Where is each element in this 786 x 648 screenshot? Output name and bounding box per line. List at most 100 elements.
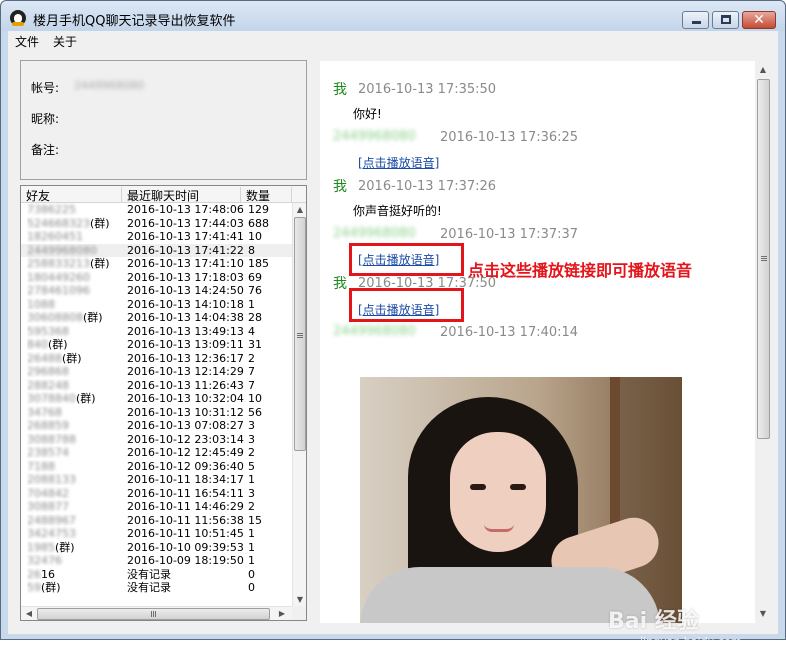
table-row[interactable]: 288248 2016-10-13 11:26:43 7	[21, 379, 292, 393]
table-row[interactable]: 34768 2016-10-13 10:31:12 56	[21, 406, 292, 420]
time-cell: 2016-10-13 13:49:13	[127, 324, 244, 338]
message-time: 2016-10-13 17:35:50	[358, 82, 497, 97]
message-body: 你好!	[353, 107, 382, 121]
count-cell: 2	[248, 500, 255, 513]
table-row[interactable]: 704842 2016-10-11 16:54:11 3	[21, 487, 292, 501]
count-cell: 0	[248, 581, 255, 594]
table-row[interactable]: 1088 2016-10-13 14:10:18 1	[21, 298, 292, 312]
play-voice-link[interactable]: [点击播放语音]	[358, 154, 439, 171]
friend-cell: 524668323(群)	[27, 217, 122, 230]
message-time: 2016-10-13 17:37:26	[358, 179, 497, 194]
friend-id: 258833213	[27, 257, 90, 270]
table-row[interactable]: 2449968080 2016-10-13 17:41:22 8	[21, 243, 292, 257]
table-row[interactable]: 32476 2016-10-09 18:19:50 1	[21, 554, 292, 568]
friend-cell: 3088788	[27, 433, 122, 446]
table-row[interactable]: 180449260 2016-10-13 17:18:03 69	[21, 271, 292, 285]
group-tag: (群)	[90, 257, 110, 270]
table-row[interactable]: 2088133 2016-10-11 18:34:17 1	[21, 473, 292, 487]
chat-scroll-thumb[interactable]	[757, 79, 770, 439]
friend-id: 1088	[27, 297, 55, 311]
table-row[interactable]: 524668323(群) 2016-10-13 17:44:03 688	[21, 217, 292, 231]
scroll-left-icon[interactable]: ◀	[22, 607, 36, 620]
friends-scroll-thumb[interactable]	[294, 217, 306, 451]
friend-cell: 2488967	[27, 514, 122, 527]
message-sender: 我	[333, 276, 347, 292]
time-cell: 2016-10-13 17:18:03	[127, 270, 244, 284]
friend-id: 59	[27, 581, 41, 594]
menu-about[interactable]: 关于	[53, 33, 77, 50]
group-tag: (群)	[90, 216, 110, 230]
message-sender: 我	[333, 179, 347, 195]
table-row[interactable]: 268859 2016-10-13 07:08:27 3	[21, 419, 292, 433]
table-row[interactable]: 278461096 2016-10-13 14:24:50 76	[21, 284, 292, 298]
friend-cell: 288248	[27, 379, 122, 392]
table-row[interactable]: 30608808(群) 2016-10-13 14:04:38 28	[21, 311, 292, 325]
table-row[interactable]: 1985(群) 2016-10-10 09:39:53 1	[21, 541, 292, 555]
table-row[interactable]: 840(群) 2016-10-13 13:09:11 31	[21, 338, 292, 352]
play-voice-link[interactable]: [点击播放语音]	[358, 301, 439, 318]
table-row[interactable]: 3424753 2016-10-11 10:51:45 1	[21, 527, 292, 541]
column-header-count[interactable]: 数量	[241, 187, 292, 203]
menu-file[interactable]: 文件	[15, 33, 39, 50]
time-cell: 2016-10-13 17:41:22	[127, 243, 244, 257]
friend-id: 268859	[27, 419, 69, 432]
minimize-button[interactable]	[682, 11, 709, 29]
close-icon: ✕	[753, 12, 765, 28]
table-row[interactable]: 7386225 2016-10-13 17:48:06 129	[21, 203, 292, 217]
scroll-up-icon[interactable]: ▲	[293, 203, 306, 216]
friends-hscroll-thumb[interactable]	[37, 608, 270, 620]
table-row[interactable]: 296868 2016-10-13 12:14:29 7	[21, 365, 292, 379]
table-row[interactable]: 308877 2016-10-11 14:46:29 2	[21, 500, 292, 514]
chat-photo[interactable]	[360, 377, 682, 623]
count-cell: 2	[248, 351, 255, 365]
table-row[interactable]: 18260451 2016-10-13 17:41:41 10	[21, 230, 292, 244]
count-cell: 4	[248, 324, 255, 338]
count-cell: 3	[248, 432, 255, 446]
nickname-label: 昵称:	[31, 112, 60, 126]
friends-header: 好友 最近聊天时间 数量	[21, 186, 306, 203]
table-row[interactable]: 2616 没有记录 0	[21, 568, 292, 582]
count-cell: 129	[248, 203, 269, 216]
chat-vertical-scrollbar[interactable]: ▲ ▼	[755, 61, 771, 623]
friend-id: 840	[27, 338, 48, 351]
window-title: 楼月手机QQ聊天记录导出恢复软件	[33, 14, 236, 29]
friend-id: 34768	[27, 405, 62, 419]
time-cell: 2016-10-11 18:34:17	[127, 473, 244, 486]
scroll-right-icon[interactable]: ▶	[275, 607, 289, 620]
play-voice-link[interactable]: [点击播放语音]	[358, 251, 439, 268]
column-header-time[interactable]: 最近聊天时间	[122, 187, 241, 203]
title-bar[interactable]: 楼月手机QQ聊天记录导出恢复软件 ✕	[1, 1, 785, 31]
time-cell: 2016-10-13 07:08:27	[127, 419, 244, 432]
friend-cell: 238574	[27, 446, 122, 459]
time-cell: 2016-10-13 17:41:41	[127, 230, 244, 243]
count-cell: 1	[248, 297, 255, 311]
table-row[interactable]: 238574 2016-10-12 12:45:49 2	[21, 446, 292, 460]
count-cell: 8	[248, 243, 255, 257]
maximize-button[interactable]	[712, 11, 739, 29]
table-row[interactable]: 7188 2016-10-12 09:36:40 5	[21, 460, 292, 474]
count-cell: 2	[248, 446, 255, 459]
group-tag: (群)	[55, 540, 75, 554]
friend-id: 2449968080	[27, 243, 97, 257]
table-row[interactable]: 595368 2016-10-13 13:49:13 4	[21, 325, 292, 339]
close-button[interactable]: ✕	[742, 11, 776, 29]
table-row[interactable]: 258833213(群) 2016-10-13 17:41:10 185	[21, 257, 292, 271]
friend-cell: 34768	[27, 406, 122, 419]
table-row[interactable]: 3088788 2016-10-12 23:03:14 3	[21, 433, 292, 447]
table-row[interactable]: 3078840(群) 2016-10-13 10:32:04 10	[21, 392, 292, 406]
table-row[interactable]: 26488(群) 2016-10-13 12:36:17 2	[21, 352, 292, 366]
friends-vertical-scrollbar[interactable]: ▲ ▼	[292, 203, 306, 606]
scroll-up-icon[interactable]: ▲	[756, 63, 770, 76]
column-header-friend[interactable]: 好友	[21, 187, 122, 203]
scroll-down-icon[interactable]: ▼	[293, 593, 306, 606]
friend-cell: 30608808(群)	[27, 311, 122, 324]
message-sender: 2449968080	[333, 129, 416, 144]
watermark: Bai 经验	[608, 609, 699, 634]
friends-horizontal-scrollbar[interactable]: ◀ ▶	[21, 606, 292, 620]
friend-cell: 3078840(群)	[27, 392, 122, 405]
table-row[interactable]: 59(群) 没有记录 0	[21, 581, 292, 595]
table-row[interactable]: 2488967 2016-10-11 11:56:38 15	[21, 514, 292, 528]
friend-id: 3424753	[27, 527, 76, 540]
qq-penguin-icon	[10, 10, 26, 26]
scroll-down-icon[interactable]: ▼	[756, 607, 770, 620]
